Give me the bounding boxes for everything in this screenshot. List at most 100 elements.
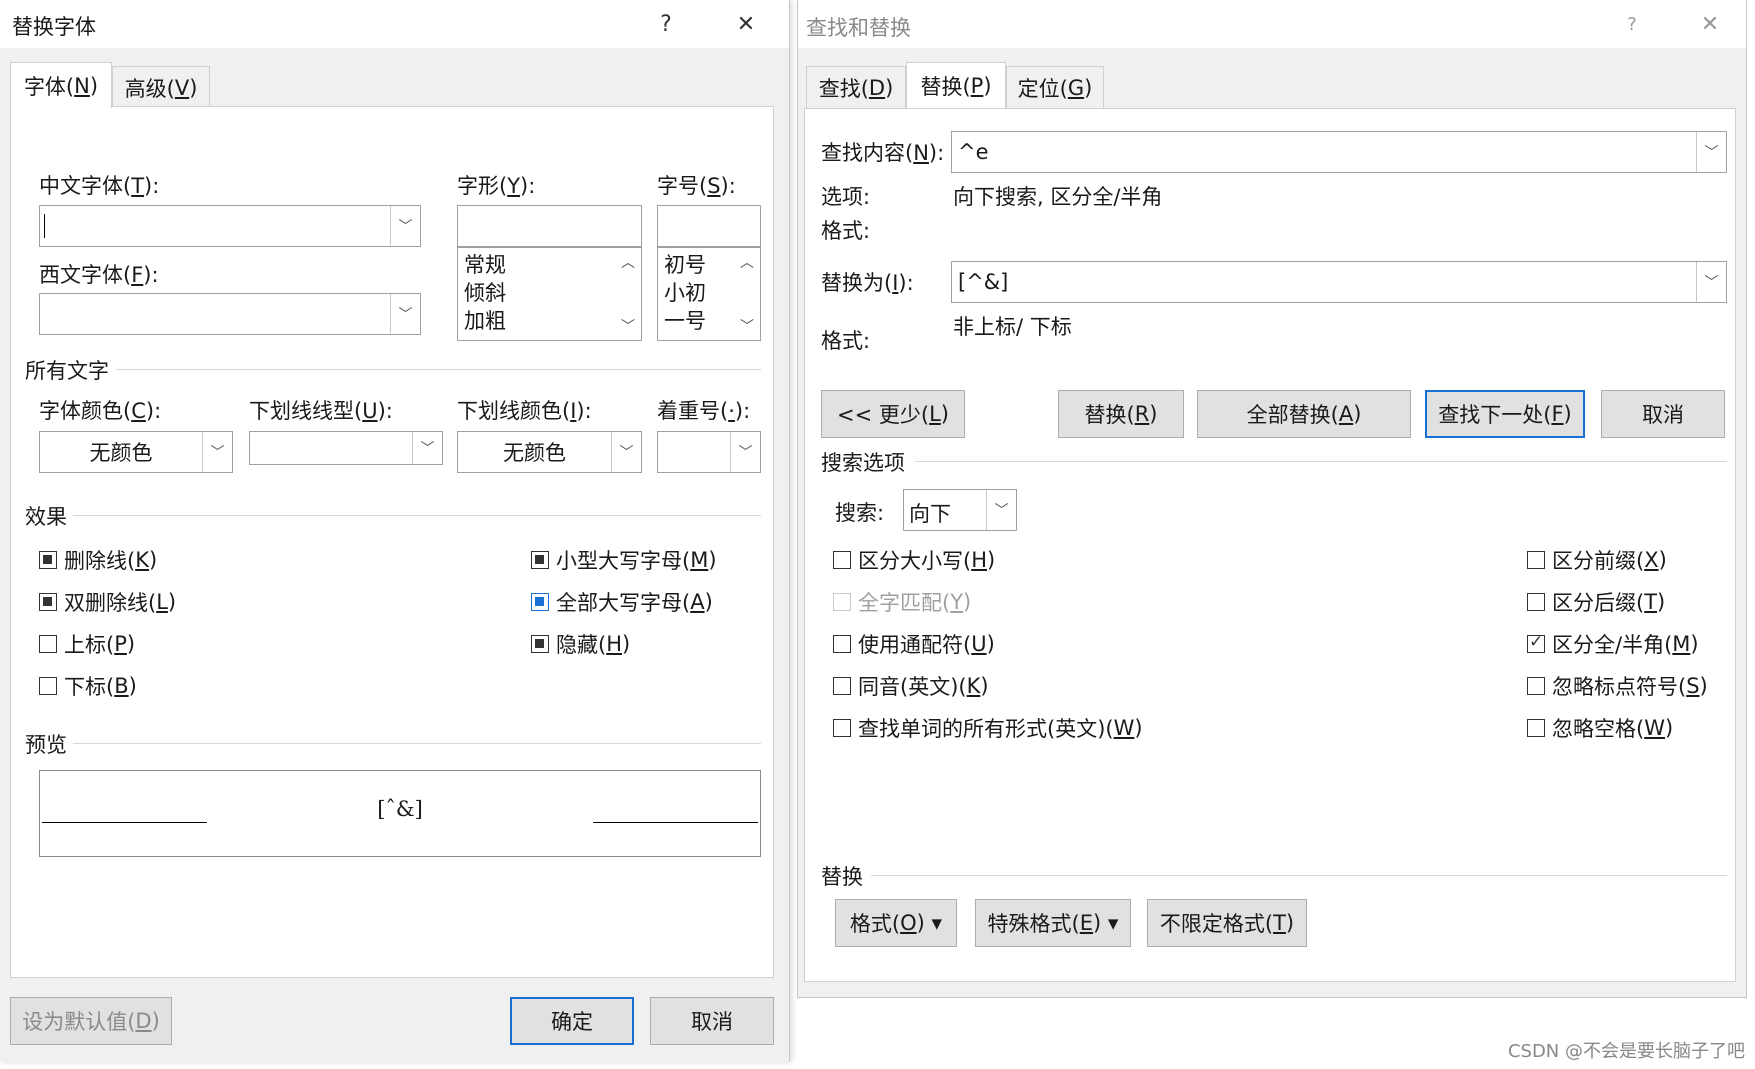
cancel-button[interactable]: 取消 xyxy=(650,997,774,1045)
set-default-button[interactable]: 设为默认值(D) xyxy=(10,997,172,1045)
western-font-value xyxy=(40,294,390,334)
chevron-down-icon[interactable]: ﹀ xyxy=(390,206,420,246)
tab-replace[interactable]: 替换(P) xyxy=(906,62,1006,108)
list-item[interactable]: 倾斜 xyxy=(458,279,641,307)
ignore-whitespace-checkbox[interactable]: 忽略空格(W) xyxy=(1527,713,1673,743)
checkbox-box[interactable] xyxy=(39,551,57,569)
preview-text: [ˆ&] xyxy=(377,797,423,821)
ok-button[interactable]: 确定 xyxy=(510,997,634,1045)
chevron-down-icon[interactable]: ﹀ xyxy=(730,432,760,472)
checkbox-box[interactable] xyxy=(531,593,549,611)
scrollbar[interactable]: ︿ ﹀ xyxy=(734,248,760,340)
find-next-button[interactable]: 查找下一处(F) xyxy=(1425,390,1585,438)
search-options-group-title: 搜索选项 xyxy=(821,451,905,475)
whole-word-checkbox[interactable]: 全字匹配(Y) xyxy=(833,587,971,617)
superscript-checkbox[interactable]: 上标(P) xyxy=(39,629,135,659)
chevron-down-icon[interactable]: ﹀ xyxy=(1696,132,1726,172)
all-caps-checkbox[interactable]: 全部大写字母(A) xyxy=(531,587,713,617)
search-direction-dropdown[interactable]: 向下 ﹀ xyxy=(903,489,1017,531)
hidden-checkbox[interactable]: 隐藏(H) xyxy=(531,629,630,659)
chinese-font-combo[interactable]: ﹀ xyxy=(39,205,421,247)
all-word-forms-checkbox[interactable]: 查找单词的所有形式(英文)(W) xyxy=(833,713,1143,743)
chevron-down-icon[interactable]: ﹀ xyxy=(1696,262,1726,302)
tab-end: ) xyxy=(189,75,198,100)
chevron-down-icon[interactable]: ﹀ xyxy=(412,432,442,464)
replace-with-combo[interactable]: [^&] ﹀ xyxy=(951,261,1727,303)
chevron-up-icon[interactable]: ︿ xyxy=(615,252,641,272)
checkbox-box[interactable] xyxy=(833,551,851,569)
checkbox-box[interactable] xyxy=(531,635,549,653)
match-suffix-checkbox[interactable]: 区分后缀(T) xyxy=(1527,587,1665,617)
font-style-input[interactable] xyxy=(457,205,642,247)
checkbox-box[interactable] xyxy=(39,635,57,653)
match-width-checkbox[interactable]: 区分全/半角(M) xyxy=(1527,629,1699,659)
close-icon[interactable]: ✕ xyxy=(724,8,768,40)
chevron-up-icon[interactable]: ︿ xyxy=(734,252,760,272)
chevron-down-icon[interactable]: ﹀ xyxy=(390,294,420,334)
checkbox-box[interactable] xyxy=(1527,719,1545,737)
background-document-edge xyxy=(1748,0,1755,1000)
less-button[interactable]: << 更少(L) xyxy=(821,390,965,438)
checkbox-box[interactable] xyxy=(39,593,57,611)
small-caps-checkbox[interactable]: 小型大写字母(M) xyxy=(531,545,717,575)
underline-style-value xyxy=(250,432,412,464)
replace-group-title: 替换 xyxy=(821,865,863,889)
match-case-checkbox[interactable]: 区分大小写(H) xyxy=(833,545,995,575)
divider xyxy=(116,369,761,370)
find-what-combo[interactable]: ^e ﹀ xyxy=(951,131,1727,173)
list-item[interactable]: 加粗 xyxy=(458,307,641,335)
strikethrough-checkbox[interactable]: 删除线(K) xyxy=(39,545,157,575)
checkbox-box[interactable] xyxy=(1527,593,1545,611)
ignore-punctuation-checkbox[interactable]: 忽略标点符号(S) xyxy=(1527,671,1708,701)
special-menu-button[interactable]: 特殊格式(E) ▾ xyxy=(975,899,1131,947)
divider xyxy=(915,461,1727,462)
chevron-down-icon[interactable]: ﹀ xyxy=(611,432,641,472)
checkbox-box[interactable] xyxy=(531,551,549,569)
list-item[interactable]: 常规 xyxy=(458,251,641,279)
format-menu-button[interactable]: 格式(O) ▾ xyxy=(835,899,957,947)
no-formatting-button[interactable]: 不限定格式(T) xyxy=(1147,899,1307,947)
use-wildcards-checkbox[interactable]: 使用通配符(U) xyxy=(833,629,995,659)
subscript-checkbox[interactable]: 下标(B) xyxy=(39,671,137,701)
checkbox-box[interactable] xyxy=(1527,632,1545,653)
checkbox-box[interactable] xyxy=(833,677,851,695)
tab-find[interactable]: 查找(D) xyxy=(806,66,906,108)
font-color-value: 无颜色 xyxy=(89,441,153,465)
scrollbar[interactable]: ︿ ﹀ xyxy=(615,248,641,340)
checkbox-box[interactable] xyxy=(39,677,57,695)
font-color-dropdown[interactable]: 无颜色 ﹀ xyxy=(39,431,233,473)
tab-font[interactable]: 字体(N) xyxy=(10,62,112,108)
underline-style-dropdown[interactable]: ﹀ xyxy=(249,431,443,465)
tab-advanced[interactable]: 高级(V) xyxy=(112,66,210,108)
western-font-combo[interactable]: ﹀ xyxy=(39,293,421,335)
checkbox-box[interactable] xyxy=(1527,551,1545,569)
chinese-font-value xyxy=(40,206,390,246)
font-style-label: 字形(Y): xyxy=(457,174,536,198)
checkbox-box[interactable] xyxy=(1527,677,1545,695)
tab-goto[interactable]: 定位(G) xyxy=(1006,66,1104,108)
font-size-input[interactable] xyxy=(657,205,761,247)
replace-button[interactable]: 替换(R) xyxy=(1058,390,1184,438)
chevron-down-icon[interactable]: ﹀ xyxy=(986,490,1016,530)
watermark: CSDN @不会是要长脑子了吧 xyxy=(1507,1041,1745,1062)
divider xyxy=(73,515,761,516)
close-icon[interactable]: ✕ xyxy=(1688,8,1732,40)
checkbox-box[interactable] xyxy=(833,719,851,737)
cancel-button[interactable]: 取消 xyxy=(1601,390,1725,438)
sounds-like-checkbox[interactable]: 同音(英文)(K) xyxy=(833,671,989,701)
replace-all-button[interactable]: 全部替换(A) xyxy=(1197,390,1411,438)
font-size-list[interactable]: 初号 小初 一号 ︿ ﹀ xyxy=(657,247,761,341)
checkbox-box[interactable] xyxy=(833,635,851,653)
chevron-down-icon[interactable]: ﹀ xyxy=(615,316,641,336)
find-what-label: 查找内容(N): xyxy=(821,141,945,165)
chevron-down-icon[interactable]: ﹀ xyxy=(202,432,232,472)
double-strikethrough-checkbox[interactable]: 双删除线(L) xyxy=(39,587,176,617)
match-prefix-checkbox[interactable]: 区分前缀(X) xyxy=(1527,545,1667,575)
chevron-down-icon[interactable]: ﹀ xyxy=(734,316,760,336)
checkbox-box[interactable] xyxy=(833,593,851,611)
help-icon[interactable]: ? xyxy=(1610,8,1654,40)
font-style-list[interactable]: 常规 倾斜 加粗 ︿ ﹀ xyxy=(457,247,642,341)
emphasis-mark-dropdown[interactable]: ﹀ xyxy=(657,431,761,473)
underline-color-dropdown[interactable]: 无颜色 ﹀ xyxy=(457,431,642,473)
help-icon[interactable]: ? xyxy=(644,8,688,40)
